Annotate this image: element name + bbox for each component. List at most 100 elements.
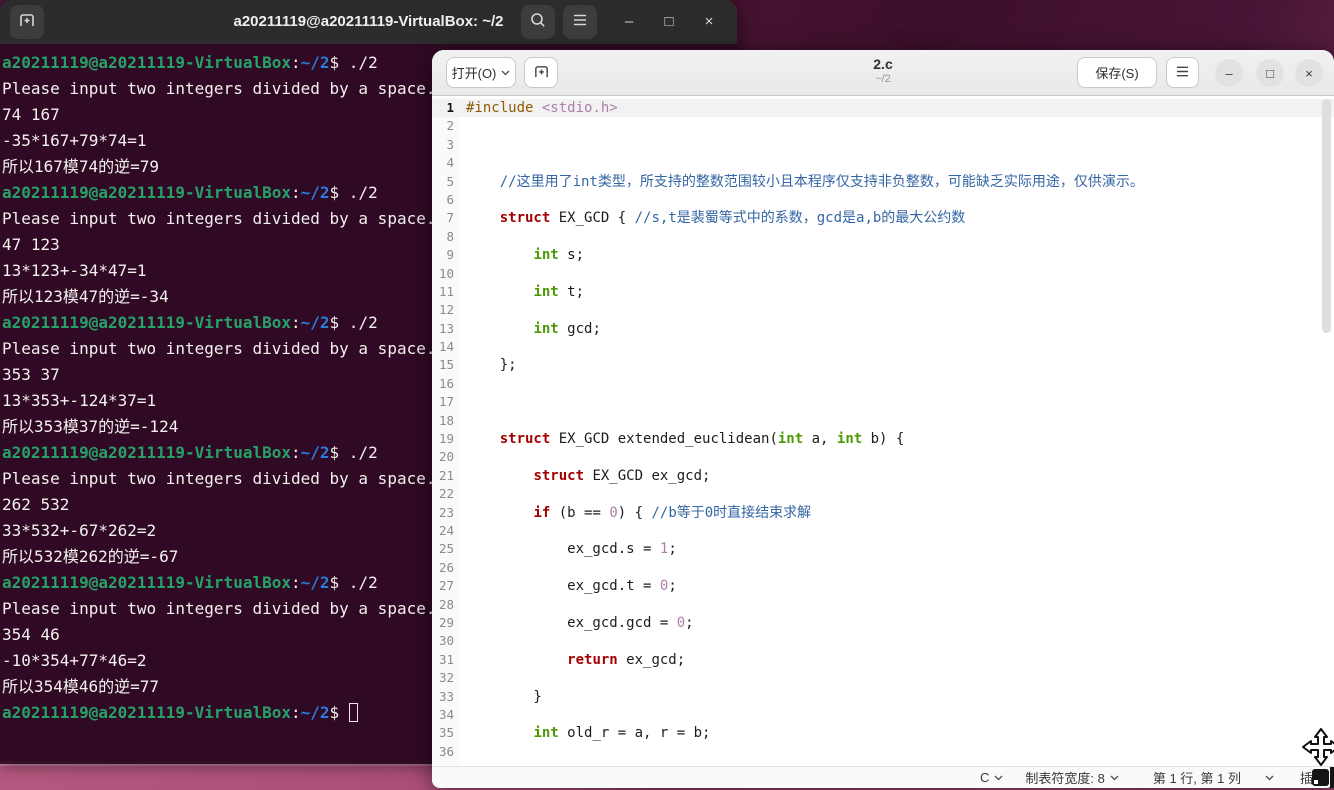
line-number: 25 <box>438 541 454 557</box>
line-number: 28 <box>438 596 454 612</box>
hamburger-icon <box>572 13 588 32</box>
line-number: 16 <box>438 375 454 391</box>
line-number: 10 <box>438 265 454 281</box>
line-number: 34 <box>438 706 454 722</box>
line-number: 12 <box>438 302 454 318</box>
line-number: 35 <box>438 725 454 741</box>
code-line: struct EX_GCD extended_euclidean(int a, … <box>499 431 905 448</box>
language-label: C <box>979 770 990 785</box>
editor-close-button[interactable]: × <box>1295 59 1323 87</box>
code-line: ex_gcd.t = 0; <box>466 578 677 595</box>
chevron-down-icon <box>994 775 1003 781</box>
new-document-icon <box>533 63 550 83</box>
line-number: 31 <box>438 651 454 667</box>
line-number: 11 <box>438 283 454 299</box>
code-line: int t; <box>533 283 585 300</box>
tab-width-selector[interactable]: 制表符宽度: 8 <box>1025 768 1119 787</box>
line-number: 15 <box>438 357 454 373</box>
code-line: return ex_gcd; <box>567 651 686 668</box>
line-number: 5 <box>446 173 454 189</box>
editor-menu-button[interactable] <box>1166 57 1199 88</box>
text-area[interactable]: 1 2 3 4 5 6 7 8 9 10 11 12 13 14 15 16 17 18 19 20 21 22 23 24 2… <box>432 97 1334 766</box>
cursor-position[interactable]: 第 1 行, 第 1 列 <box>1153 768 1241 787</box>
line-number: 2 <box>446 118 454 134</box>
editor-window: 打开(O) 2.c ~/2 保存(S) – □ × 1 2 3 4 5 6 7 8 9 10 11 1… <box>432 50 1334 788</box>
terminal-close-button[interactable]: × <box>695 8 723 36</box>
line-number: 20 <box>438 449 454 465</box>
chevron-down-icon <box>501 70 510 76</box>
line-number: 33 <box>438 688 454 704</box>
line-number: 8 <box>446 228 454 244</box>
line-number: 21 <box>438 467 454 483</box>
hamburger-icon <box>1175 65 1190 81</box>
open-button[interactable]: 打开(O) <box>446 57 516 88</box>
line-number: 27 <box>438 578 454 594</box>
line-number: 30 <box>438 633 454 649</box>
language-selector[interactable]: C <box>980 770 1003 785</box>
input-method-icon[interactable] <box>1312 769 1329 786</box>
search-icon <box>529 11 547 34</box>
code-line: struct EX_GCD { //s,t是裴蜀等式中的系数，gcd是a,b的最… <box>499 210 966 227</box>
terminal-maximize-button[interactable]: □ <box>655 8 683 36</box>
line-number: 36 <box>438 743 454 759</box>
new-tab-icon <box>18 11 36 34</box>
editor-code[interactable]: #include <stdio.h> //这里用了int类型，所支持的整数范围较… <box>460 97 1334 766</box>
line-number: 26 <box>438 559 454 575</box>
code-line: int s; <box>533 247 585 264</box>
editor-scrollbar[interactable] <box>1322 99 1331 333</box>
open-button-label: 打开(O) <box>451 66 497 81</box>
line-number: 19 <box>438 431 454 447</box>
code-line: int old_r = a, r = b; <box>533 725 711 742</box>
move-cursor-icon <box>1301 727 1334 772</box>
code-line: } <box>466 688 542 705</box>
editor-headerbar[interactable]: 打开(O) 2.c ~/2 保存(S) – □ × <box>432 50 1334 96</box>
line-number: 3 <box>446 136 454 152</box>
line-number: 24 <box>438 522 454 538</box>
editor-statusbar: C 制表符宽度: 8 第 1 行, 第 1 列 插入 <box>432 766 1334 788</box>
terminal-cursor <box>349 703 359 722</box>
line-number: 7 <box>446 210 454 226</box>
line-number: 32 <box>438 670 454 686</box>
editor-maximize-button[interactable]: □ <box>1256 59 1284 87</box>
line-number: 14 <box>438 339 454 355</box>
terminal-menu-button[interactable] <box>563 5 597 39</box>
line-number: 18 <box>438 412 454 428</box>
code-line: //这里用了int类型，所支持的整数范围较小且本程序仅支持非负整数，可能缺乏实际… <box>499 173 1144 190</box>
line-number: 6 <box>446 191 454 207</box>
terminal-search-button[interactable] <box>521 5 555 39</box>
line-number: 13 <box>438 320 454 336</box>
code-line: ex_gcd.gcd = 0; <box>466 614 694 631</box>
line-number: 22 <box>438 486 454 502</box>
code-line: }; <box>466 357 517 374</box>
save-button[interactable]: 保存(S) <box>1077 57 1157 88</box>
line-number: 17 <box>438 394 454 410</box>
new-document-button[interactable] <box>524 57 558 88</box>
code-line: #include <stdio.h> <box>460 99 1334 118</box>
goto-line-dropdown[interactable] <box>1265 775 1274 781</box>
terminal-titlebar[interactable]: a20211119@a20211119-VirtualBox: ~/2 – □ … <box>0 0 737 44</box>
line-number: 4 <box>446 155 454 171</box>
cursor-position-label: 第 1 行, 第 1 列 <box>1152 771 1241 786</box>
editor-minimize-button[interactable]: – <box>1215 59 1243 87</box>
terminal-minimize-button[interactable]: – <box>615 8 643 36</box>
editor-gutter: 1 2 3 4 5 6 7 8 9 10 11 12 13 14 15 16 17 18 19 20 21 22 23 24 2… <box>432 97 460 766</box>
line-number: 1 <box>432 99 460 118</box>
new-tab-button[interactable] <box>10 5 44 39</box>
